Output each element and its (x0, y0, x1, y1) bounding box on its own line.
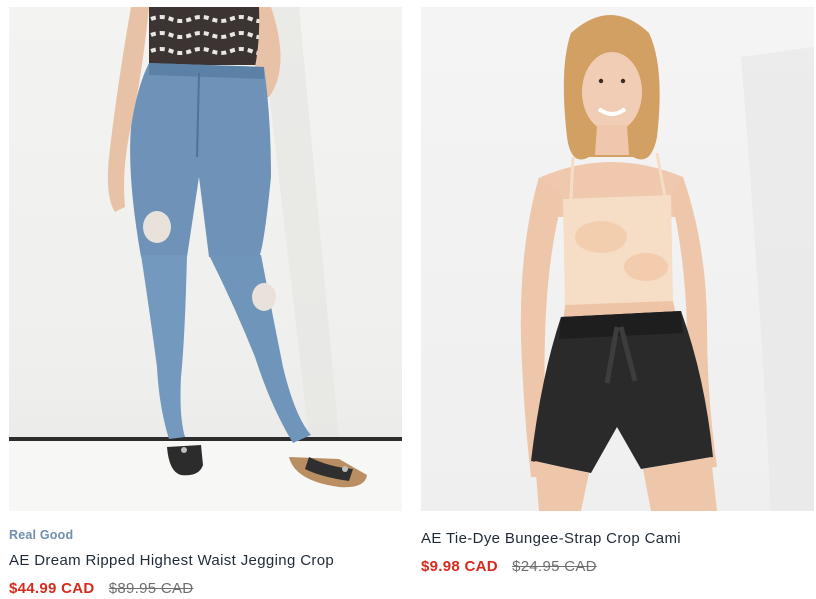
original-price: $24.95 CAD (512, 558, 597, 575)
product-grid: Real Good AE Dream Ripped Highest Waist … (0, 0, 816, 599)
product-title-cami[interactable]: AE Tie-Dye Bungee-Strap Crop Cami (421, 530, 681, 547)
product-card-jeans[interactable]: Real Good AE Dream Ripped Highest Waist … (9, 0, 402, 597)
product-card-cami[interactable]: AE Tie-Dye Bungee-Strap Crop Cami $9.98 … (421, 0, 814, 575)
price-row-jeans: $44.99 CAD $89.95 CAD (9, 580, 193, 597)
original-price: $89.95 CAD (108, 580, 194, 597)
sale-price: $44.99 CAD (9, 580, 95, 597)
product-image-cami[interactable] (421, 7, 814, 511)
badge-real-good: Real Good (9, 528, 74, 542)
product-image-jeans[interactable] (9, 7, 402, 511)
price-row-cami: $9.98 CAD $24.95 CAD (421, 558, 597, 575)
cami-illustration (520, 15, 814, 511)
sale-price: $9.98 CAD (421, 558, 498, 575)
product-title-jeans[interactable]: AE Dream Ripped Highest Waist Jegging Cr… (9, 552, 334, 569)
jeans-illustration (9, 7, 402, 511)
